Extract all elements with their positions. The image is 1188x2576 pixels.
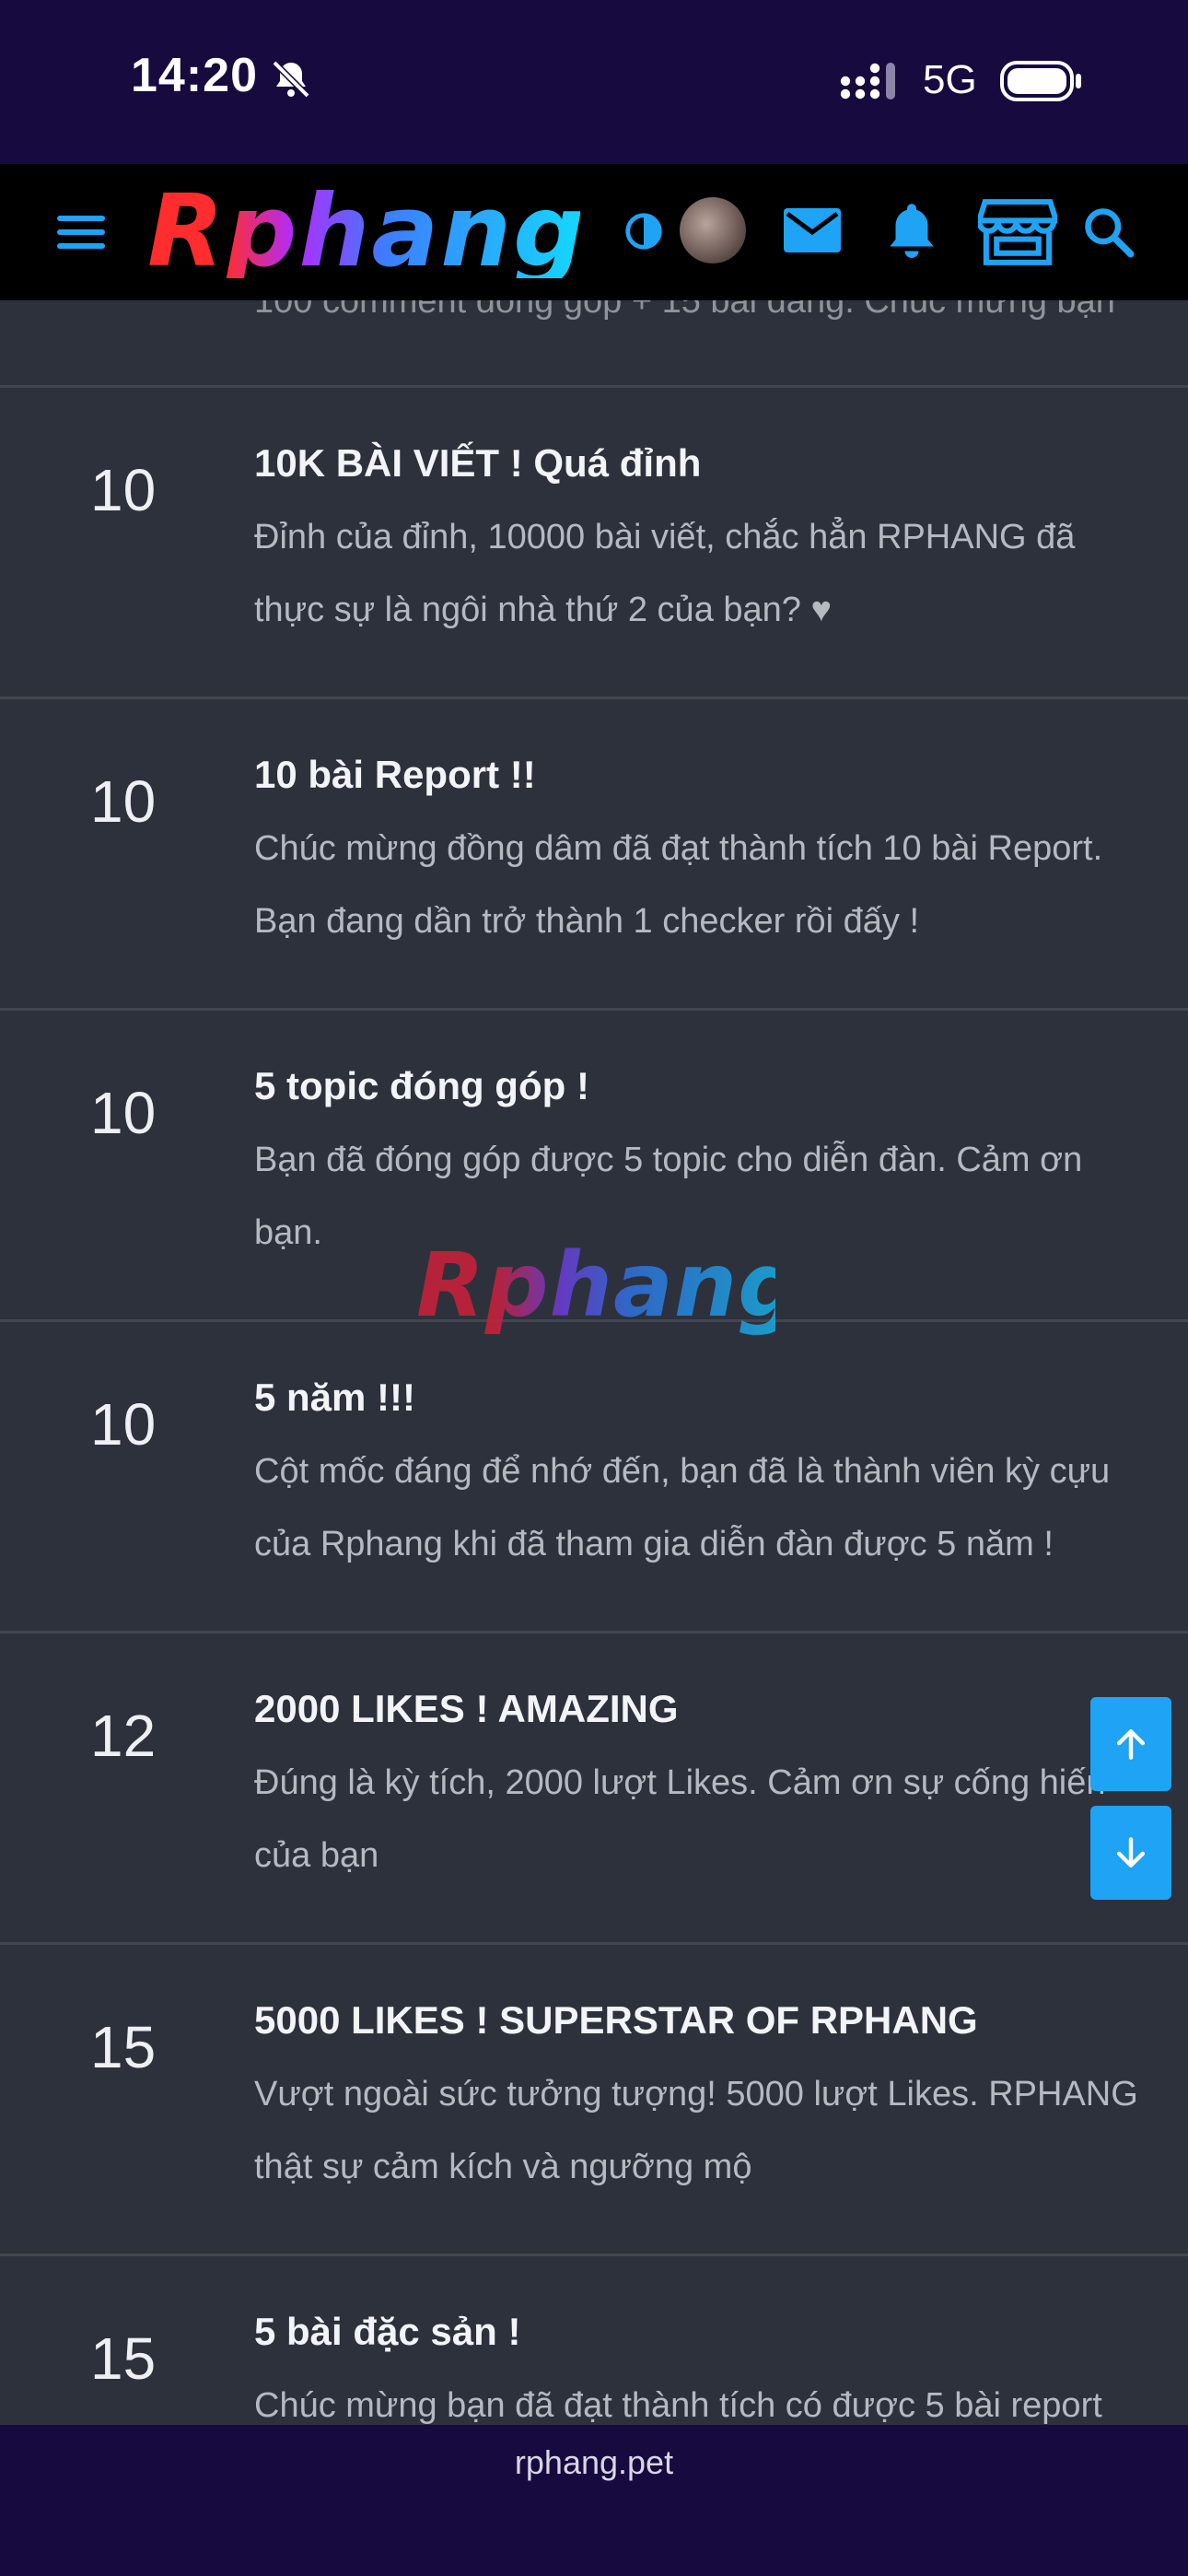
trophy-title: 5 bài đặc sản ! — [254, 2310, 521, 2353]
battery-icon — [1000, 61, 1081, 101]
bell-icon[interactable] — [880, 197, 943, 263]
trophy-points: 10 — [90, 1080, 157, 1146]
trophy-points: 10 — [90, 1391, 157, 1458]
trophy-description: Đỉnh của đỉnh, 10000 bài viết, chắc hẳn … — [254, 518, 1076, 629]
bell-off-icon — [272, 60, 310, 99]
trophy-points: 10 — [90, 768, 157, 835]
menu-icon[interactable] — [52, 205, 111, 260]
trophy-points: 10 — [90, 457, 157, 523]
trophy-description: Vượt ngoài sức tưởng tượng! 5000 lượt Li… — [254, 2075, 1138, 2186]
trophy-row: 15 5000 LIKES ! SUPERSTAR OF RPHANG Vượt… — [0, 1942, 1188, 2254]
trophy-title: 10K BÀI VIẾT ! Quá đỉnh — [254, 441, 702, 485]
signal-icon — [840, 63, 895, 100]
trophy-row: 10 10 bài Report !! Chúc mừng đồng dâm đ… — [0, 697, 1188, 1009]
trophy-description: Cột mốc đáng để nhớ đến, bạn đã là thành… — [254, 1452, 1111, 1563]
theme-toggle-icon[interactable] — [621, 208, 667, 254]
trophy-row: 12 2000 LIKES ! AMAZING Đúng là kỳ tích,… — [0, 1631, 1188, 1943]
avatar[interactable] — [680, 197, 746, 263]
search-icon[interactable] — [1079, 203, 1138, 262]
trophy-title: 5 năm !!! — [254, 1376, 416, 1419]
trophy-points: 15 — [90, 2325, 157, 2392]
top-navbar: Rphang — [0, 164, 1188, 300]
trophy-description: Chúc mừng đồng dâm đã đạt thành tích 10 … — [254, 829, 1103, 941]
trophy-row: 10 5 năm !!! Cột mốc đáng để nhớ đến, bạ… — [0, 1319, 1188, 1632]
trophy-title: 5 topic đóng góp ! — [254, 1064, 589, 1107]
trophy-description: Đúng là kỳ tích, 2000 lượt Likes. Cảm ơn… — [254, 1763, 1106, 1875]
site-logo[interactable]: Rphang — [147, 182, 584, 282]
arrow-down-icon — [1116, 1837, 1146, 1868]
trophy-row: 10 10K BÀI VIẾT ! Quá đỉnh Đỉnh của đỉnh… — [0, 385, 1188, 697]
trophy-title: 5000 LIKES ! SUPERSTAR OF RPHANG — [254, 1998, 978, 2042]
trophy-title: 10 bài Report !! — [254, 753, 536, 796]
status-time: 14:20 — [131, 49, 258, 102]
status-bar: 14:20 5G — [0, 0, 1188, 164]
store-icon[interactable] — [976, 195, 1059, 269]
arrow-up-icon — [1116, 1729, 1146, 1760]
trophy-title: 2000 LIKES ! AMAZING — [254, 1687, 679, 1730]
mail-icon[interactable] — [779, 201, 845, 260]
scroll-top-button[interactable] — [1090, 1697, 1171, 1791]
trophy-points: 12 — [90, 1703, 157, 1769]
network-label: 5G — [923, 57, 977, 102]
url-text[interactable]: rphang.pet — [0, 2443, 1188, 2482]
scroll-bottom-button[interactable] — [1090, 1806, 1171, 1900]
browser-url-bar: rphang.pet — [0, 2425, 1188, 2576]
trophy-points: 15 — [90, 2014, 157, 2080]
watermark-logo: Rphang — [416, 1234, 802, 1337]
